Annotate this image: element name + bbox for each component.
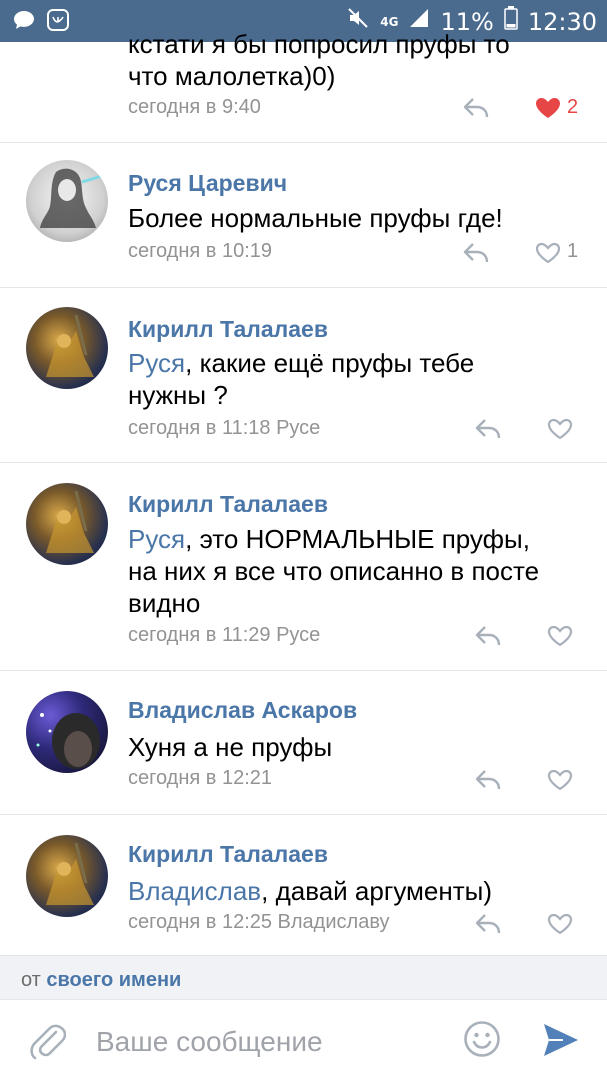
comment-text-line: что малолетка)0) xyxy=(128,61,336,91)
heart-icon[interactable] xyxy=(535,242,561,264)
comment-item[interactable]: Кирилл Талалаев Руся, это НОРМАЛЬНЫЕ пру… xyxy=(0,463,607,671)
post-as-selector[interactable]: своего имени xyxy=(46,969,181,991)
emoji-icon[interactable] xyxy=(463,1020,501,1058)
mention-link[interactable]: Руся xyxy=(128,348,185,378)
reply-icon[interactable] xyxy=(463,97,489,119)
comment-item[interactable]: Кирилл Талалаев Владислав, давай аргумен… xyxy=(0,815,607,955)
reply-icon[interactable] xyxy=(463,242,489,264)
mention-link[interactable]: Владислав xyxy=(128,876,261,906)
avatar[interactable] xyxy=(26,483,108,565)
comment-text: Руся, это НОРМАЛЬНЫЕ пруфы, на них я все… xyxy=(128,523,578,619)
comment-text: кстати я бы попросил пруфы то что малоле… xyxy=(128,28,578,92)
post-as-label: от своего имени xyxy=(21,969,181,992)
message-input[interactable]: Ваше сообщение xyxy=(96,1026,323,1058)
comment-text: Хуня а не пруфы xyxy=(128,732,333,762)
comment-text-line: на них я все что описанно в посте xyxy=(128,556,540,586)
avatar[interactable] xyxy=(26,691,108,773)
comment-time: сегодня в 10:19 xyxy=(128,240,272,262)
comment-time: сегодня в 12:25 Владиславу xyxy=(128,911,390,933)
comment-time: сегодня в 12:21 xyxy=(128,767,272,789)
author-name[interactable]: Кирилл Талалаев xyxy=(128,316,328,343)
comment-time: сегодня в 9:40 xyxy=(128,96,261,118)
send-icon[interactable] xyxy=(542,1022,580,1058)
heart-icon[interactable] xyxy=(547,625,573,647)
reply-icon[interactable] xyxy=(475,625,501,647)
heart-icon[interactable] xyxy=(535,97,561,119)
network-type: 4G xyxy=(380,14,399,29)
attach-icon[interactable] xyxy=(30,1022,66,1060)
comment-text: Более нормальные пруфы где! xyxy=(128,203,503,233)
comment-item[interactable]: кстати я бы попросил пруфы то что малоле… xyxy=(0,29,607,143)
message-composer: Ваше сообщение xyxy=(0,999,607,1081)
comment-text: Владислав, давай аргументы) xyxy=(128,875,578,907)
post-as-bar[interactable]: от своего имени xyxy=(0,955,607,1000)
post-as-prefix: от xyxy=(21,969,41,991)
comment-item[interactable]: Руся Царевич Более нормальные пруфы где!… xyxy=(0,143,607,288)
reply-icon[interactable] xyxy=(475,418,501,440)
vk-icon xyxy=(46,8,70,37)
comment-text-line: нужны ? xyxy=(128,380,228,410)
author-name[interactable]: Руся Царевич xyxy=(128,170,287,197)
avatar[interactable] xyxy=(26,307,108,389)
comment-text-line: , это НОРМАЛЬНЫЕ пруфы, xyxy=(185,524,530,554)
comment-item[interactable]: Кирилл Талалаев Руся, какие ещё пруфы те… xyxy=(0,288,607,463)
avatar[interactable] xyxy=(26,835,108,917)
reply-icon[interactable] xyxy=(475,769,501,791)
heart-icon[interactable] xyxy=(547,769,573,791)
heart-icon[interactable] xyxy=(547,913,573,935)
comment-text-line: , давай аргументы) xyxy=(261,876,492,906)
like-count: 1 xyxy=(567,240,579,262)
comment-text-line: видно xyxy=(128,588,201,618)
author-name[interactable]: Кирилл Талалаев xyxy=(128,841,328,868)
comment-time: сегодня в 11:18 Русе xyxy=(128,417,321,439)
comment-item[interactable]: Владислав Аскаров Хуня а не пруфы сегодн… xyxy=(0,671,607,815)
like-count: 2 xyxy=(567,96,579,118)
comment-text-line: , какие ещё пруфы тебе xyxy=(185,348,475,378)
comment-text: Руся, какие ещё пруфы тебе нужны ? xyxy=(128,347,578,411)
avatar[interactable] xyxy=(26,160,108,242)
comment-time: сегодня в 11:29 Русе xyxy=(128,624,321,646)
comment-text-line: кстати я бы попросил пруфы то xyxy=(128,29,510,59)
author-name[interactable]: Владислав Аскаров xyxy=(128,697,357,724)
chat-icon xyxy=(12,8,36,37)
mention-link[interactable]: Руся xyxy=(128,524,185,554)
reply-icon[interactable] xyxy=(475,913,501,935)
heart-icon[interactable] xyxy=(547,418,573,440)
author-name[interactable]: Кирилл Талалаев xyxy=(128,491,328,518)
